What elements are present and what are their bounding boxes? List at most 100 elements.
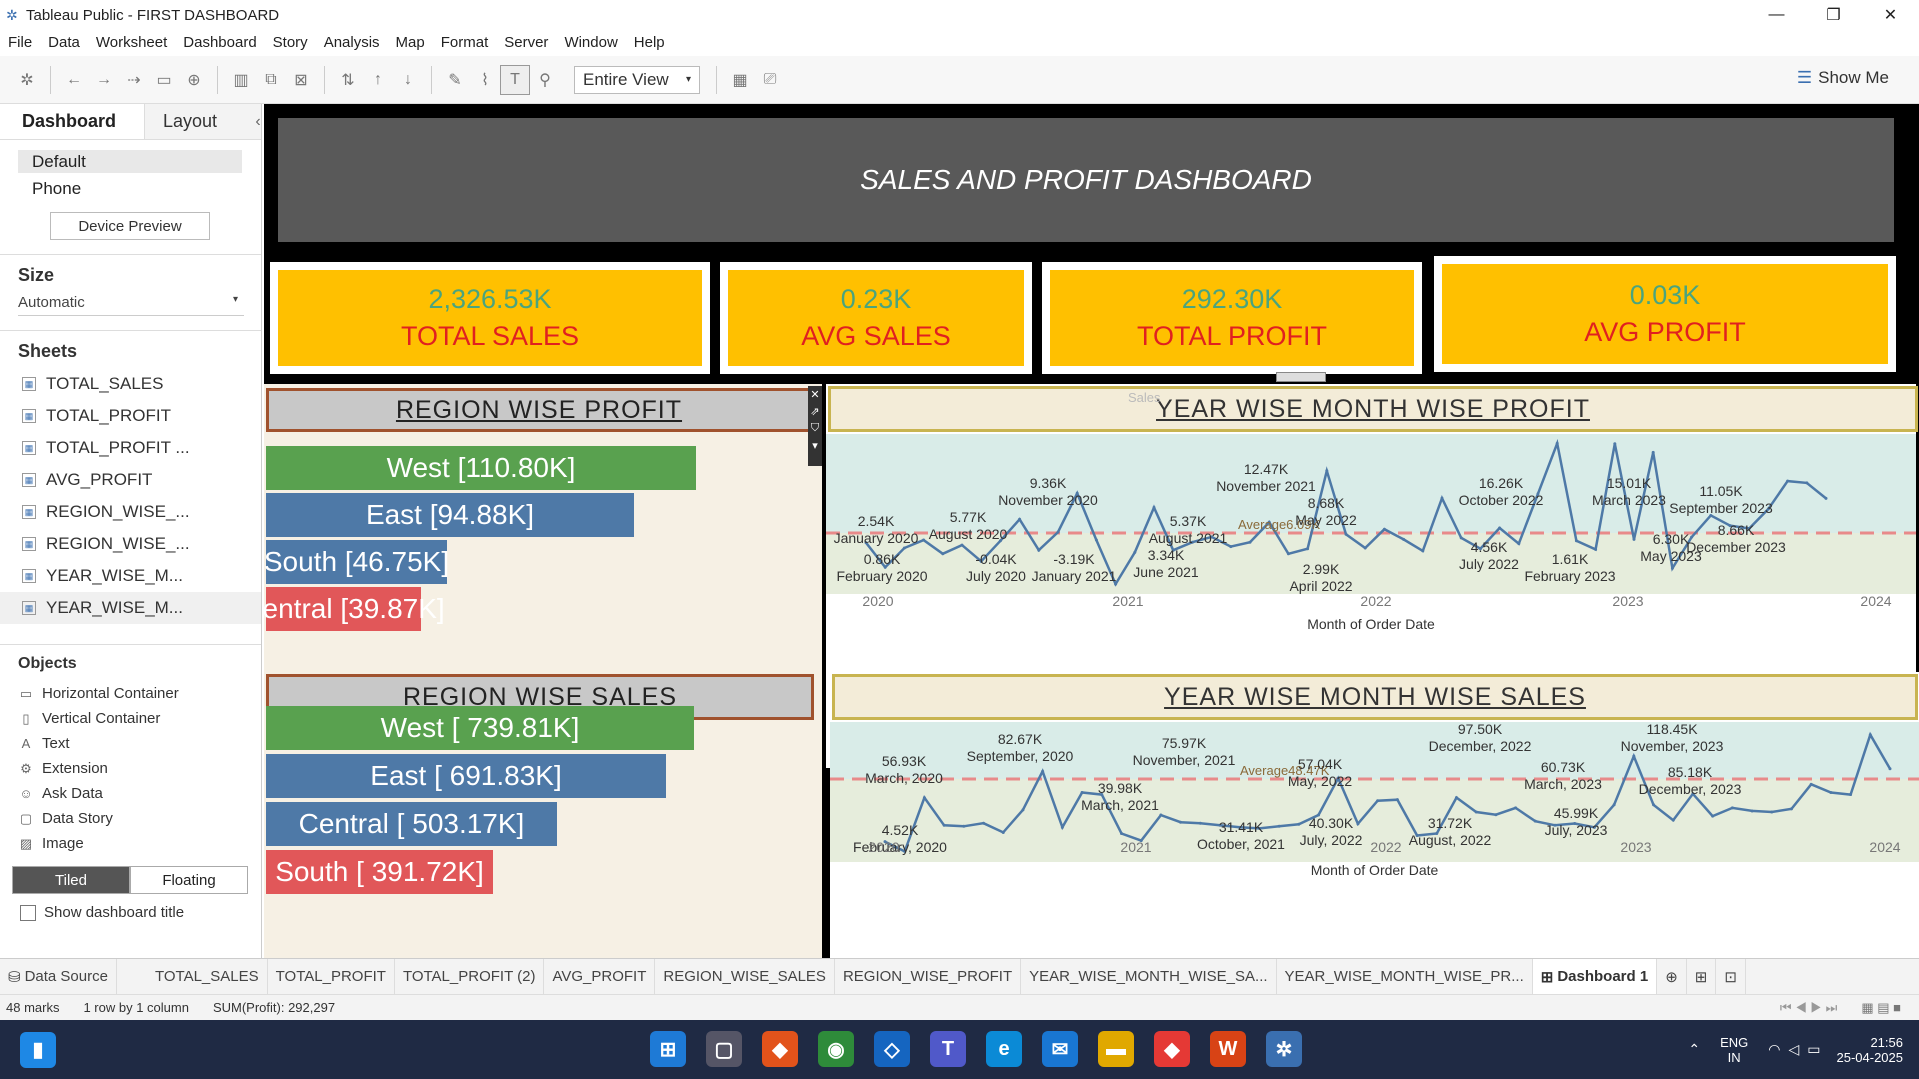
go-to-sheet-icon[interactable]: ⇗ <box>810 405 819 418</box>
chevron-up-icon[interactable]: ⌃ <box>1688 1041 1700 1058</box>
tab-sheet[interactable]: TOTAL_PROFIT (2) <box>395 958 545 995</box>
new-worksheet-icon[interactable]: ⊕ <box>1657 958 1687 995</box>
tiled-button[interactable]: Tiled <box>12 866 130 894</box>
region-profit-bar-central[interactable]: Central [39.87K] <box>264 587 445 631</box>
group-icon[interactable]: ⌇ <box>470 65 500 95</box>
menu-story[interactable]: Story <box>273 34 308 51</box>
region-profit-bar-south[interactable]: South [46.75K] <box>264 540 449 584</box>
kpi-avg-profit[interactable]: 0.03K AVG PROFIT <box>1434 256 1896 372</box>
kpi-total-profit[interactable]: 292.30K TOTAL PROFIT <box>1042 262 1422 374</box>
fit-view-select[interactable]: Entire View ▾ <box>574 65 700 94</box>
tab-dashboard[interactable]: Dashboard <box>0 104 145 139</box>
clear-sheet-icon[interactable]: ⊠ <box>286 65 316 95</box>
sort-ascending-icon[interactable]: ↑ <box>363 65 393 95</box>
checkbox-icon[interactable] <box>20 904 36 921</box>
wps-office-icon[interactable]: W <box>1210 1031 1246 1067</box>
undo-icon[interactable]: ← <box>59 65 89 95</box>
object-data-story[interactable]: ▢ Data Story <box>0 806 261 831</box>
redo-icon[interactable]: → <box>89 65 119 95</box>
tab-sheet[interactable]: YEAR_WISE_MONTH_WISE_SA... <box>1021 958 1277 995</box>
menu-format[interactable]: Format <box>441 34 489 51</box>
anydesk-icon[interactable]: ◆ <box>1154 1031 1190 1067</box>
resize-handle-icon[interactable] <box>1276 372 1326 382</box>
edge-icon[interactable]: e <box>986 1031 1022 1067</box>
menu-data[interactable]: Data <box>48 34 80 51</box>
sheet-item[interactable]: ▦ TOTAL_SALES <box>0 368 261 400</box>
menu-dashboard[interactable]: Dashboard <box>183 34 256 51</box>
minimize-icon[interactable]: — <box>1748 0 1805 30</box>
labels-icon[interactable]: T <box>500 64 530 95</box>
tab-data-source[interactable]: ⛁ Data Source <box>0 958 117 995</box>
task-view-icon[interactable]: ▢ <box>706 1031 742 1067</box>
sheet-item[interactable]: ▦ TOTAL_PROFIT <box>0 400 261 432</box>
widgets-icon[interactable]: ▮ <box>20 1031 56 1068</box>
menu-worksheet[interactable]: Worksheet <box>96 34 167 51</box>
menu-help[interactable]: Help <box>634 34 665 51</box>
object-ask-data[interactable]: ☺ Ask Data <box>0 781 261 806</box>
collapse-pane-icon[interactable]: ‹ <box>255 104 261 139</box>
language-indicator[interactable]: ENG IN <box>1720 1035 1748 1065</box>
device-default[interactable]: Default <box>18 150 242 173</box>
menu-map[interactable]: Map <box>396 34 425 51</box>
tab-sheet[interactable]: TOTAL_PROFIT <box>268 958 395 995</box>
presentation-icon[interactable]: ⎚ <box>755 65 785 95</box>
region-sales-bar-west[interactable]: West [ 739.81K] <box>266 706 694 750</box>
new-story-icon[interactable]: ⊡ <box>1716 958 1746 995</box>
file-explorer-icon[interactable]: ▬ <box>1098 1031 1134 1067</box>
brave-browser-icon[interactable]: ◆ <box>762 1031 798 1067</box>
wifi-icon[interactable]: ◠ <box>1768 1041 1780 1058</box>
floating-button[interactable]: Floating <box>130 866 248 894</box>
remove-icon[interactable]: ✕ <box>810 388 819 401</box>
sheet-item[interactable]: ▦ YEAR_WISE_M... <box>0 592 261 624</box>
close-icon[interactable]: ✕ <box>1862 0 1919 30</box>
clock[interactable]: 21:56 25-04-2025 <box>1837 1035 1904 1065</box>
cards-icon[interactable]: ▦ <box>725 65 755 95</box>
new-worksheet-icon[interactable]: ▥ <box>226 65 256 95</box>
kpi-avg-sales[interactable]: 0.23K AVG SALES <box>720 262 1032 374</box>
tableau-home-icon[interactable]: ✲ <box>12 65 42 95</box>
sales-line-chart[interactable]: Average48.47K4.52K February, 202056.93K Ma… <box>830 722 1919 958</box>
tab-sheet[interactable]: YEAR_WISE_MONTH_WISE_PR... <box>1277 958 1533 995</box>
restore-icon[interactable]: ❐ <box>1805 0 1862 30</box>
tab-dashboard-1[interactable]: ⊞ Dashboard 1 <box>1532 958 1658 995</box>
swap-icon[interactable]: ⇅ <box>333 65 363 95</box>
size-select[interactable]: Automatic ▾ <box>18 294 244 316</box>
tab-sheet[interactable]: AVG_PROFIT <box>544 958 656 995</box>
tab-layout[interactable]: Layout <box>145 104 255 139</box>
replay-icon[interactable]: ⇢ <box>119 65 149 95</box>
chrome-icon[interactable]: ◉ <box>818 1031 854 1067</box>
teams-icon[interactable]: T <box>930 1031 966 1067</box>
sheet-item[interactable]: ▦ REGION_WISE_... <box>0 496 261 528</box>
device-phone[interactable]: Phone <box>18 177 242 200</box>
filter-icon[interactable]: ⛉ <box>811 422 819 435</box>
region-sales-bar-central[interactable]: Central [ 503.17K] <box>266 802 557 846</box>
pin-icon[interactable]: ⚲ <box>530 65 560 95</box>
highlight-icon[interactable]: ✎ <box>440 65 470 95</box>
object-horizontal-container[interactable]: ▭ Horizontal Container <box>0 681 261 706</box>
tab-sheet[interactable]: REGION_WISE_SALES <box>655 958 835 995</box>
grid-view-icon[interactable]: ▦ ▤ ■ <box>1861 1000 1901 1016</box>
windows-start-icon[interactable]: ⊞ <box>650 1031 686 1067</box>
tableau-app-icon[interactable]: ✲ <box>1266 1031 1302 1067</box>
new-datasource-icon[interactable]: ⊕ <box>179 65 209 95</box>
menu-window[interactable]: Window <box>564 34 617 51</box>
menu-analysis[interactable]: Analysis <box>324 34 380 51</box>
mail-icon[interactable]: ✉ <box>1042 1031 1078 1067</box>
more-options-icon[interactable]: ▾ <box>812 439 818 452</box>
region-sales-bar-south[interactable]: South [ 391.72K] <box>266 850 493 894</box>
battery-icon[interactable]: ▭ <box>1807 1041 1820 1058</box>
menu-server[interactable]: Server <box>504 34 548 51</box>
menu-file[interactable]: File <box>8 34 32 51</box>
sheet-item[interactable]: ▦ TOTAL_PROFIT ... <box>0 432 261 464</box>
region-profit-bar-east[interactable]: East [94.88K] <box>266 493 634 537</box>
sheet-item[interactable]: ▦ AVG_PROFIT <box>0 464 261 496</box>
device-preview-button[interactable]: Device Preview <box>50 212 210 240</box>
volume-icon[interactable]: ◁ <box>1788 1041 1799 1058</box>
object-extension[interactable]: ⚙ Extension <box>0 756 261 781</box>
region-profit-bar-west[interactable]: West [110.80K] <box>266 446 696 490</box>
object-vertical-container[interactable]: ▯ Vertical Container <box>0 706 261 731</box>
sort-descending-icon[interactable]: ↓ <box>393 65 423 95</box>
tab-sheet[interactable]: TOTAL_SALES <box>147 958 268 995</box>
region-sales-bar-east[interactable]: East [ 691.83K] <box>266 754 666 798</box>
object-text[interactable]: A Text <box>0 731 261 756</box>
